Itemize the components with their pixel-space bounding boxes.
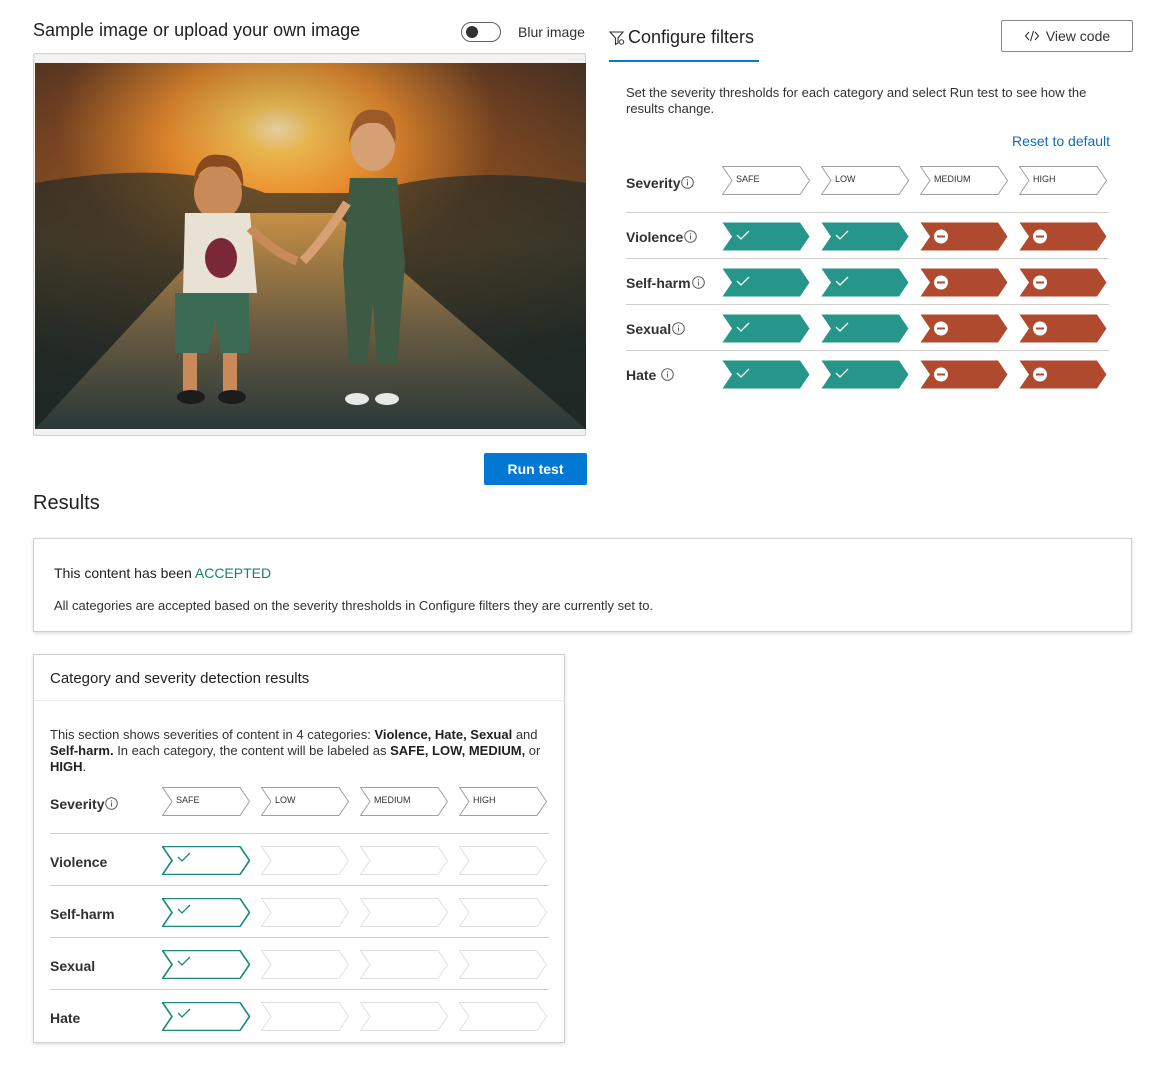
view-code-button[interactable]: View code bbox=[1001, 20, 1133, 52]
threshold-hate-safe[interactable] bbox=[722, 360, 810, 389]
detection-title: Category and severity detection results bbox=[50, 670, 310, 687]
threshold-violence-medium[interactable] bbox=[920, 222, 1008, 251]
threshold-violence-high[interactable] bbox=[1019, 222, 1107, 251]
detection-hate-low bbox=[261, 1002, 349, 1031]
threshold-sexual-safe[interactable] bbox=[722, 314, 810, 343]
desc-text: or bbox=[525, 743, 541, 758]
threshold-hate-medium[interactable] bbox=[920, 360, 1008, 389]
threshold-sexual-high[interactable] bbox=[1019, 314, 1107, 343]
accepted-line: This content has been ACCEPTED bbox=[54, 565, 271, 581]
detection-hate-high bbox=[459, 1002, 547, 1031]
divider bbox=[626, 258, 1109, 259]
detection-self-harm-low bbox=[261, 898, 349, 927]
detection-self-harm-high bbox=[459, 898, 547, 927]
run-test-button[interactable]: Run test bbox=[484, 453, 587, 485]
desc-text: This section shows severities of content… bbox=[50, 727, 375, 742]
category-label-hate: Hate bbox=[50, 1010, 81, 1026]
desc-text: and bbox=[512, 727, 538, 742]
threshold-self-harm-high[interactable] bbox=[1019, 268, 1107, 297]
threshold-sexual-low[interactable] bbox=[821, 314, 909, 343]
blur-image-label: Blur image bbox=[518, 24, 585, 40]
category-label-sexual: Sexual bbox=[626, 321, 672, 337]
threshold-hate-low[interactable] bbox=[821, 360, 909, 389]
severity-level-label: HIGH bbox=[473, 795, 496, 805]
threshold-self-harm-safe[interactable] bbox=[722, 268, 810, 297]
divider bbox=[34, 700, 564, 701]
category-label-violence: Violence bbox=[626, 229, 684, 245]
severity-level-label: LOW bbox=[275, 795, 296, 805]
desc-bold: Violence, Hate, Sexual bbox=[374, 727, 513, 742]
category-label-self-harm: Self-harm bbox=[626, 275, 691, 291]
accepted-result-box: This content has been ACCEPTED All categ… bbox=[33, 538, 1132, 632]
info-icon[interactable] bbox=[105, 797, 118, 810]
info-icon[interactable] bbox=[672, 322, 685, 335]
configure-filters-tab[interactable]: Configure filters bbox=[609, 26, 759, 62]
sample-photo bbox=[35, 63, 586, 429]
threshold-self-harm-low[interactable] bbox=[821, 268, 909, 297]
severity-label: Severity bbox=[626, 175, 681, 191]
code-icon bbox=[1024, 30, 1040, 42]
detection-self-harm-medium bbox=[360, 898, 448, 927]
desc-bold: Self-harm. bbox=[50, 743, 114, 758]
severity-level-label: MEDIUM bbox=[374, 795, 411, 805]
configure-description: Set the severity thresholds for each cat… bbox=[626, 85, 1087, 116]
divider bbox=[626, 304, 1109, 305]
desc-bold: SAFE, LOW, MEDIUM, bbox=[390, 743, 526, 758]
info-icon[interactable] bbox=[681, 176, 694, 189]
sample-image-frame[interactable] bbox=[33, 53, 586, 436]
detection-violence-high bbox=[459, 846, 547, 875]
sample-image-title: Sample image or upload your own image bbox=[33, 20, 361, 40]
severity-level-label: MEDIUM bbox=[934, 174, 971, 184]
divider bbox=[50, 833, 549, 834]
divider bbox=[50, 937, 549, 938]
detection-hate-medium bbox=[360, 1002, 448, 1031]
severity-level-label: SAFE bbox=[736, 174, 760, 184]
threshold-sexual-medium[interactable] bbox=[920, 314, 1008, 343]
info-icon[interactable] bbox=[684, 230, 697, 243]
configure-filters-title: Configure filters bbox=[628, 27, 755, 47]
threshold-violence-safe[interactable] bbox=[722, 222, 810, 251]
filter-icon bbox=[609, 31, 625, 46]
detection-violence-medium bbox=[360, 846, 448, 875]
severity-level-label: LOW bbox=[835, 174, 856, 184]
detection-violence-low bbox=[261, 846, 349, 875]
threshold-self-harm-medium[interactable] bbox=[920, 268, 1008, 297]
view-code-label: View code bbox=[1045, 28, 1111, 44]
accepted-description: All categories are accepted based on the… bbox=[54, 598, 654, 613]
threshold-hate-high[interactable] bbox=[1019, 360, 1107, 389]
detection-sexual-low bbox=[261, 950, 349, 979]
accepted-prefix: This content has been bbox=[54, 565, 195, 581]
blur-image-toggle[interactable] bbox=[461, 22, 501, 42]
divider bbox=[50, 885, 549, 886]
toggle-knob bbox=[466, 26, 478, 38]
detection-hate-safe bbox=[162, 1002, 250, 1031]
info-icon[interactable] bbox=[661, 368, 674, 381]
reset-to-default-link[interactable]: Reset to default bbox=[1012, 133, 1110, 149]
severity-label: Severity bbox=[50, 796, 105, 812]
detection-sexual-safe bbox=[162, 950, 250, 979]
category-label-self-harm: Self-harm bbox=[50, 906, 115, 922]
detection-self-harm-safe bbox=[162, 898, 250, 927]
desc-bold: HIGH bbox=[50, 759, 83, 774]
severity-level-label: HIGH bbox=[1033, 174, 1056, 184]
divider bbox=[626, 212, 1109, 213]
detection-description: This section shows severities of content… bbox=[50, 727, 546, 775]
desc-text: . bbox=[82, 759, 87, 774]
desc-text: In each category, the content will be la… bbox=[113, 743, 391, 758]
results-title: Results bbox=[33, 492, 100, 514]
accepted-status: ACCEPTED bbox=[194, 565, 272, 581]
detection-violence-safe bbox=[162, 846, 250, 875]
category-label-violence: Violence bbox=[50, 854, 108, 870]
detection-sexual-medium bbox=[360, 950, 448, 979]
info-icon[interactable] bbox=[692, 276, 705, 289]
divider bbox=[626, 350, 1109, 351]
severity-level-label: SAFE bbox=[176, 795, 200, 805]
category-label-sexual: Sexual bbox=[50, 958, 96, 974]
detection-sexual-high bbox=[459, 950, 547, 979]
category-label-hate: Hate bbox=[626, 367, 657, 383]
divider bbox=[50, 989, 549, 990]
threshold-violence-low[interactable] bbox=[821, 222, 909, 251]
